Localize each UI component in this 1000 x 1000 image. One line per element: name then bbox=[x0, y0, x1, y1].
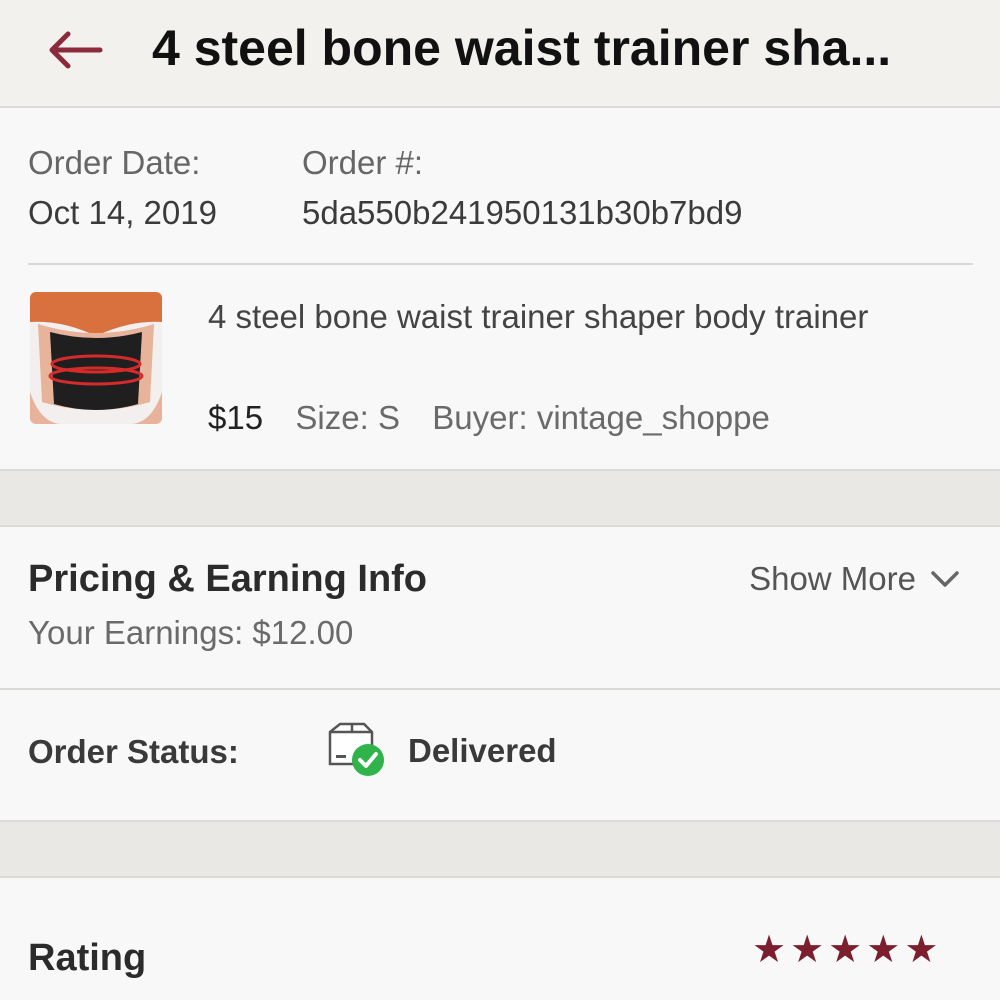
section-separator bbox=[0, 822, 1000, 878]
item-size: Size: S bbox=[295, 399, 400, 436]
arrow-left-icon bbox=[49, 31, 103, 69]
rating-label: Rating bbox=[28, 937, 147, 979]
divider bbox=[28, 263, 973, 265]
package-delivered-icon bbox=[326, 722, 386, 778]
section-separator bbox=[0, 469, 1000, 527]
top-bar: 4 steel bone waist trainer sha... bbox=[0, 0, 1000, 108]
pricing-heading: Pricing & Earning Info bbox=[28, 558, 428, 600]
item-title[interactable]: 4 steel bone waist trainer shaper body t… bbox=[208, 292, 968, 342]
item-details: $15 Size: S Buyer: vintage_shoppe bbox=[208, 394, 770, 442]
star-icon: ★ bbox=[752, 929, 787, 971]
back-button[interactable] bbox=[40, 22, 110, 78]
star-icon: ★ bbox=[790, 929, 825, 971]
star-icon: ★ bbox=[828, 929, 863, 971]
order-status-value: Delivered bbox=[408, 732, 557, 769]
earnings-text: Your Earnings: $12.00 bbox=[28, 614, 354, 651]
star-icon: ★ bbox=[866, 929, 901, 971]
show-more-button[interactable]: Show More bbox=[749, 560, 960, 598]
order-date-block: Order Date: Oct 14, 2019 bbox=[28, 138, 217, 238]
item-price: $15 bbox=[208, 399, 264, 436]
star-icon: ★ bbox=[904, 929, 939, 971]
order-date-value: Oct 14, 2019 bbox=[28, 194, 217, 231]
order-number-block: Order #: 5da550b241950131b30b7bd9 bbox=[302, 138, 742, 238]
show-more-label: Show More bbox=[749, 560, 916, 597]
order-number-label: Order #: bbox=[302, 144, 424, 181]
order-number-value: 5da550b241950131b30b7bd9 bbox=[302, 194, 743, 231]
chevron-down-icon bbox=[931, 571, 959, 587]
page-title: 4 steel bone waist trainer sha... bbox=[152, 20, 892, 76]
rating-stars: ★ ★ ★ ★ ★ bbox=[752, 928, 938, 972]
order-status-label: Order Status: bbox=[28, 733, 239, 770]
order-date-label: Order Date: bbox=[28, 144, 201, 181]
divider bbox=[0, 688, 1000, 690]
item-buyer[interactable]: Buyer: vintage_shoppe bbox=[432, 399, 770, 436]
product-thumbnail[interactable] bbox=[30, 292, 162, 424]
